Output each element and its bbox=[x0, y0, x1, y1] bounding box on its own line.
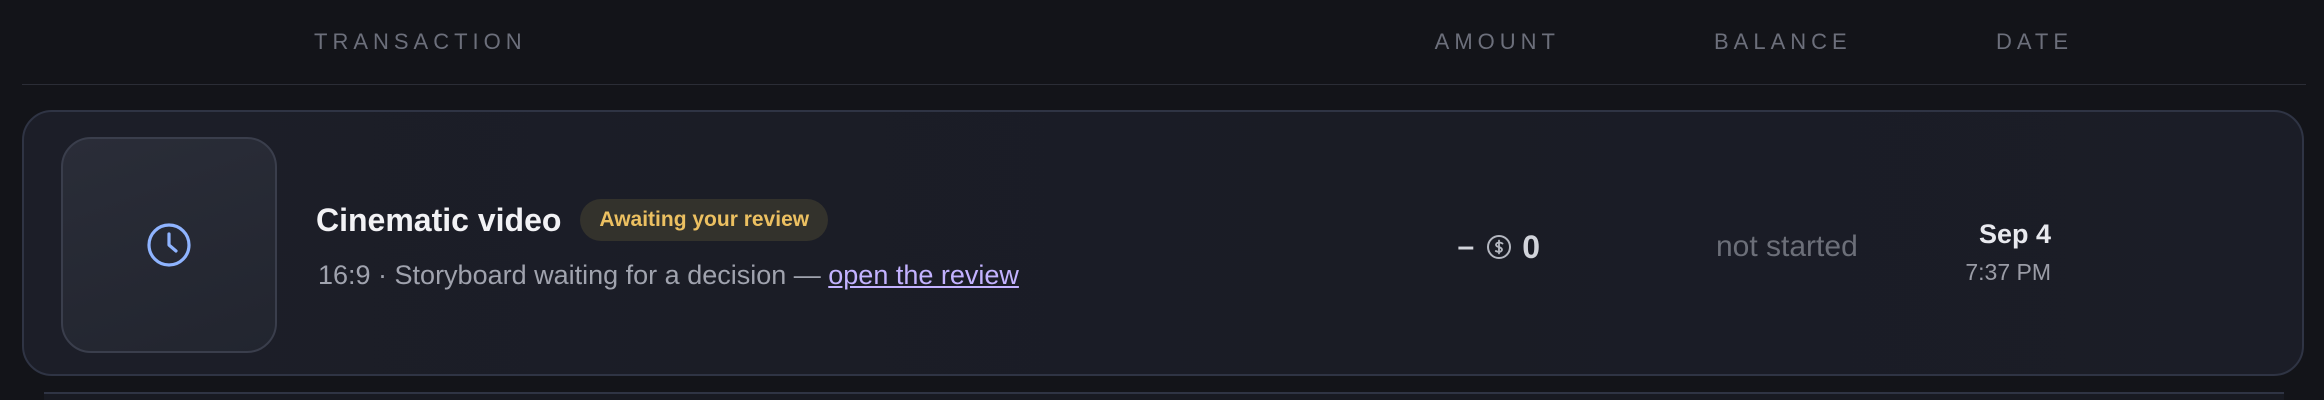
transaction-row[interactable]: Cinematic video Awaiting your review 16:… bbox=[22, 110, 2304, 376]
amount-sign: – bbox=[1457, 230, 1475, 263]
column-header-transaction: TRANSACTION bbox=[314, 29, 527, 54]
amount-cell: – 0 bbox=[1458, 225, 1540, 269]
transaction-title: Cinematic video bbox=[316, 201, 562, 238]
next-row-edge bbox=[44, 392, 2284, 400]
coin-icon bbox=[1487, 235, 1512, 259]
amount-value: 0 bbox=[1522, 228, 1540, 265]
open-review-link[interactable]: open the review bbox=[828, 260, 1019, 290]
date-day: Sep 4 bbox=[1978, 219, 2051, 249]
column-header-amount: AMOUNT bbox=[1434, 29, 1560, 54]
row-title-line: Cinematic video Awaiting your review bbox=[316, 198, 829, 242]
column-header-date: DATE bbox=[1995, 29, 2073, 54]
header-divider bbox=[22, 84, 2306, 85]
column-header-balance: BALANCE bbox=[1714, 29, 1852, 54]
balance-value: not started bbox=[1716, 230, 1858, 263]
date-time: 7:37 PM bbox=[1965, 259, 2051, 285]
date-cell: Sep 4 7:37 PM bbox=[1965, 216, 2051, 290]
subtitle-text: 16:9 · Storyboard waiting for a decision… bbox=[318, 260, 829, 290]
transactions-table: TRANSACTION AMOUNT BALANCE DATE Cinemati… bbox=[0, 0, 2324, 400]
status-badge: Awaiting your review bbox=[580, 199, 829, 241]
clock-icon bbox=[147, 223, 191, 267]
transaction-subtitle: 16:9 · Storyboard waiting for a decision… bbox=[318, 257, 1019, 293]
transaction-thumbnail bbox=[61, 137, 277, 353]
